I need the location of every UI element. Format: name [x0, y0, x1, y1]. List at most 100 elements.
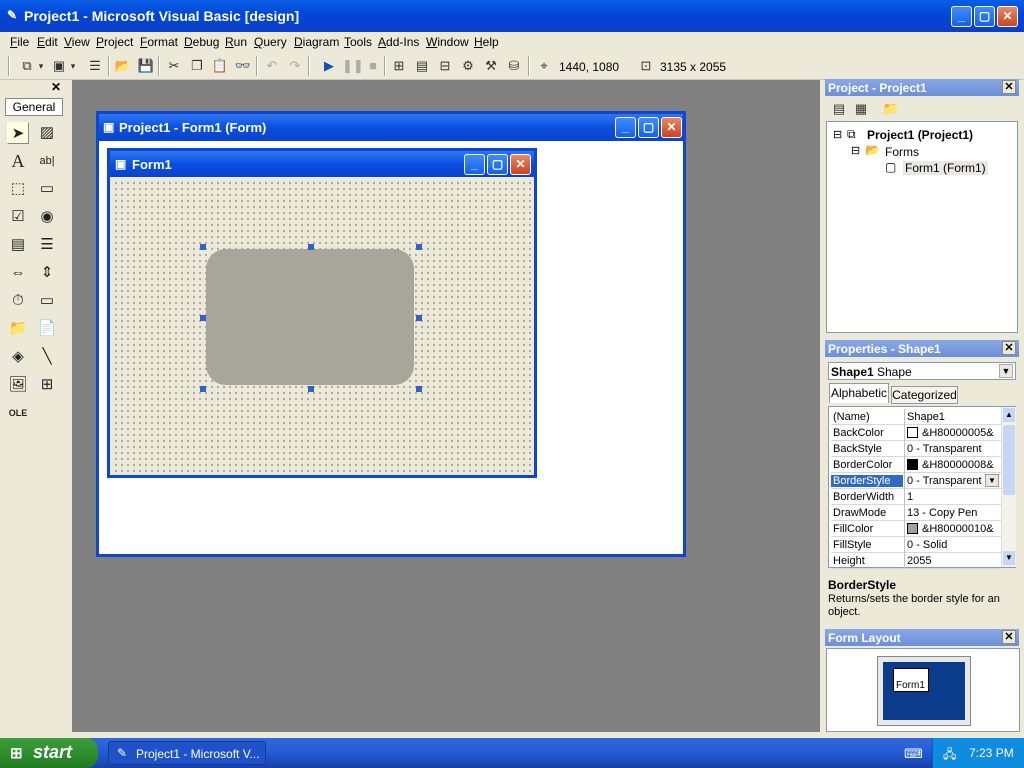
- checkbox-icon[interactable]: ☑: [7, 206, 29, 228]
- undo-icon[interactable]: ↶: [263, 57, 281, 75]
- pause-icon[interactable]: ❚❚: [342, 57, 364, 75]
- combobox-icon[interactable]: ▤: [7, 234, 29, 256]
- project-explorer-icon[interactable]: ⊞: [390, 57, 408, 75]
- tree-project-root[interactable]: Project1 (Project1): [867, 128, 973, 142]
- start-button[interactable]: ⊞ start: [0, 738, 98, 768]
- maximize-button[interactable]: ▢: [974, 6, 995, 27]
- chevron-down-icon[interactable]: ▼: [999, 364, 1013, 378]
- menu-file[interactable]: File: [10, 35, 29, 49]
- designer-title-bar[interactable]: ▣ Project1 - Form1 (Form) _ ▢ ✕: [99, 114, 683, 141]
- listbox-icon[interactable]: ☰: [36, 234, 58, 256]
- close-button[interactable]: ✕: [661, 117, 682, 138]
- keyboard-icon[interactable]: ⌨: [904, 746, 923, 762]
- paste-icon[interactable]: 📋: [211, 57, 229, 75]
- ole-tool-icon[interactable]: OLE: [7, 402, 29, 424]
- maximize-button[interactable]: ▢: [638, 117, 659, 138]
- optionbutton-icon[interactable]: ◉: [36, 206, 58, 228]
- property-row[interactable]: BackColor &H80000005&: [831, 425, 1001, 441]
- data-view-icon[interactable]: ⛁: [505, 57, 523, 75]
- tab-categorized[interactable]: Categorized: [891, 386, 958, 404]
- close-icon[interactable]: ✕: [1002, 80, 1016, 94]
- commandbutton-icon[interactable]: ▭: [36, 178, 58, 200]
- collapse-icon[interactable]: ⊟: [833, 128, 842, 141]
- dirlistbox-icon[interactable]: 📁: [7, 318, 29, 340]
- pointer-icon[interactable]: ➤: [7, 122, 29, 144]
- menu-format[interactable]: Format: [140, 35, 178, 49]
- view-object-icon[interactable]: ▦: [852, 100, 870, 118]
- property-row[interactable]: (Name) Shape1: [831, 409, 1001, 425]
- scroll-thumb[interactable]: [1003, 425, 1015, 495]
- property-row[interactable]: BackStyle 0 - Transparent: [831, 441, 1001, 457]
- timer-icon[interactable]: ⏱: [7, 290, 29, 312]
- object-selector[interactable]: Shape1 Shape ▼: [828, 362, 1016, 380]
- chevron-down-icon[interactable]: ▾: [68, 57, 78, 75]
- start-run-icon[interactable]: ▶: [320, 57, 338, 75]
- save-icon[interactable]: 💾: [137, 57, 155, 75]
- frame-icon[interactable]: ⬚: [7, 178, 29, 200]
- taskbar-item-vb[interactable]: ✎ Project1 - Microsoft V...: [108, 741, 266, 765]
- picturebox-icon[interactable]: ▨: [36, 122, 58, 144]
- menu-project[interactable]: Project: [96, 35, 133, 49]
- line-tool-icon[interactable]: ╲: [36, 346, 58, 368]
- property-row[interactable]: DrawMode 13 - Copy Pen: [831, 505, 1001, 521]
- tree-form1[interactable]: Form1 (Form1): [903, 161, 988, 175]
- menu-query[interactable]: Query: [254, 35, 287, 49]
- toggle-folders-icon[interactable]: 📁: [882, 100, 900, 118]
- image-tool-icon[interactable]: 🖼: [7, 374, 29, 396]
- scroll-up-icon[interactable]: ▲: [1003, 408, 1015, 422]
- maximize-button[interactable]: ▢: [487, 154, 508, 175]
- hscrollbar-icon[interactable]: ⇔: [7, 262, 29, 284]
- resize-handle[interactable]: [200, 386, 206, 392]
- form1-title-bar[interactable]: ▣ Form1 _ ▢ ✕: [110, 151, 534, 177]
- close-icon[interactable]: ✕: [49, 81, 63, 95]
- resize-handle[interactable]: [308, 244, 314, 250]
- stop-icon[interactable]: ■: [364, 57, 382, 75]
- menu-run[interactable]: Run: [225, 35, 247, 49]
- minimize-button[interactable]: _: [951, 6, 972, 27]
- tree-forms-folder[interactable]: Forms: [885, 145, 919, 159]
- close-button[interactable]: ✕: [997, 6, 1018, 27]
- menu-help[interactable]: Help: [474, 35, 499, 49]
- toolbox-icon[interactable]: ⚒: [482, 57, 500, 75]
- resize-handle[interactable]: [200, 244, 206, 250]
- toolbox-tab-general[interactable]: General: [5, 98, 63, 116]
- redo-icon[interactable]: ↷: [286, 57, 304, 75]
- property-row[interactable]: BorderColor &H80000008&: [831, 457, 1001, 473]
- shape-tool-icon[interactable]: ◈: [7, 346, 29, 368]
- menu-tools[interactable]: Tools: [344, 35, 372, 49]
- form1-design-surface[interactable]: [111, 178, 533, 474]
- drivelistbox-icon[interactable]: ▭: [36, 290, 58, 312]
- properties-window-icon[interactable]: ▤: [413, 57, 431, 75]
- property-row[interactable]: Height 2055: [831, 553, 1001, 569]
- property-row-selected[interactable]: BorderStyle 0 - Transparent ▼: [831, 473, 1001, 489]
- close-icon[interactable]: ✕: [1002, 630, 1016, 644]
- add-project-icon[interactable]: ⧉: [18, 57, 36, 75]
- vscrollbar-icon[interactable]: ⇕: [36, 262, 58, 284]
- form1-window[interactable]: ▣ Form1 _ ▢ ✕: [107, 148, 537, 478]
- chevron-down-icon[interactable]: ▼: [985, 474, 999, 487]
- menu-view[interactable]: View: [64, 35, 90, 49]
- copy-icon[interactable]: ❐: [188, 57, 206, 75]
- menu-edit[interactable]: Edit: [37, 35, 58, 49]
- shape1-rounded-rectangle[interactable]: [206, 249, 414, 385]
- resize-handle[interactable]: [416, 315, 422, 321]
- data-tool-icon[interactable]: ⊞: [36, 374, 58, 396]
- find-icon[interactable]: 👓: [234, 57, 252, 75]
- menu-addins[interactable]: Add-Ins: [378, 35, 419, 49]
- network-icon[interactable]: 🖧: [943, 745, 956, 766]
- property-row[interactable]: BorderWidth 1: [831, 489, 1001, 505]
- chevron-down-icon[interactable]: ▾: [36, 57, 46, 75]
- close-icon[interactable]: ✕: [1002, 341, 1016, 355]
- menu-editor-icon[interactable]: ☰: [86, 57, 104, 75]
- resize-handle[interactable]: [200, 315, 206, 321]
- minimize-button[interactable]: _: [464, 154, 485, 175]
- object-browser-icon[interactable]: ⚙: [459, 57, 477, 75]
- close-button[interactable]: ✕: [510, 154, 531, 175]
- minimize-button[interactable]: _: [615, 117, 636, 138]
- resize-handle[interactable]: [416, 244, 422, 250]
- tab-alphabetic[interactable]: Alphabetic: [829, 383, 889, 403]
- textbox-icon[interactable]: ab|: [36, 150, 58, 172]
- menu-debug[interactable]: Debug: [184, 35, 219, 49]
- add-form-icon[interactable]: ▣: [50, 57, 68, 75]
- scroll-down-icon[interactable]: ▼: [1003, 551, 1015, 565]
